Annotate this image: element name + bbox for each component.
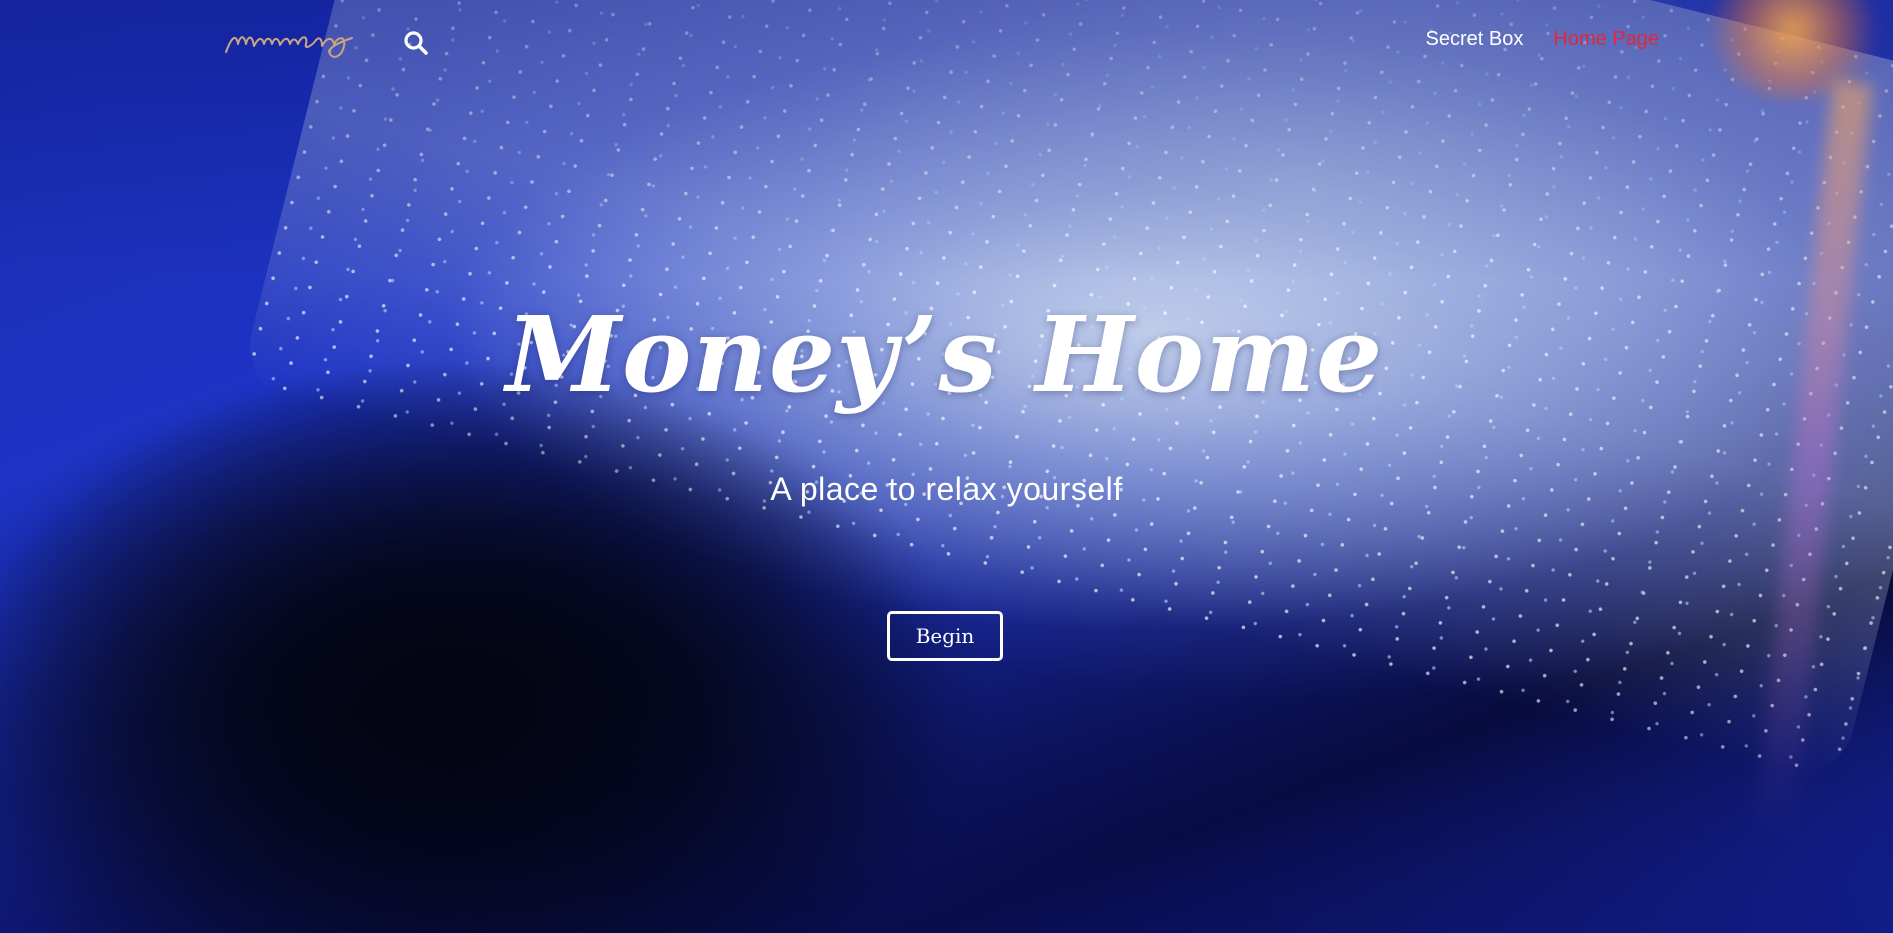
signature-logo-icon: [225, 36, 353, 58]
background-shadow: [0, 0, 1893, 933]
nav-link-home-page[interactable]: Home Page: [1553, 28, 1659, 51]
begin-button[interactable]: Begin: [887, 611, 1003, 661]
site-logo[interactable]: [222, 14, 372, 62]
search-icon[interactable]: [403, 30, 429, 56]
main-nav: Secret Box Home Page: [1426, 28, 1659, 51]
top-navbar: Secret Box Home Page: [0, 0, 1893, 86]
nav-link-secret-box[interactable]: Secret Box: [1426, 28, 1524, 51]
hero-section: Secret Box Home Page Money’s Home A plac…: [0, 0, 1893, 933]
hero-title: Money’s Home: [505, 293, 1384, 416]
hero-subtitle: A place to relax yourself: [770, 471, 1123, 507]
